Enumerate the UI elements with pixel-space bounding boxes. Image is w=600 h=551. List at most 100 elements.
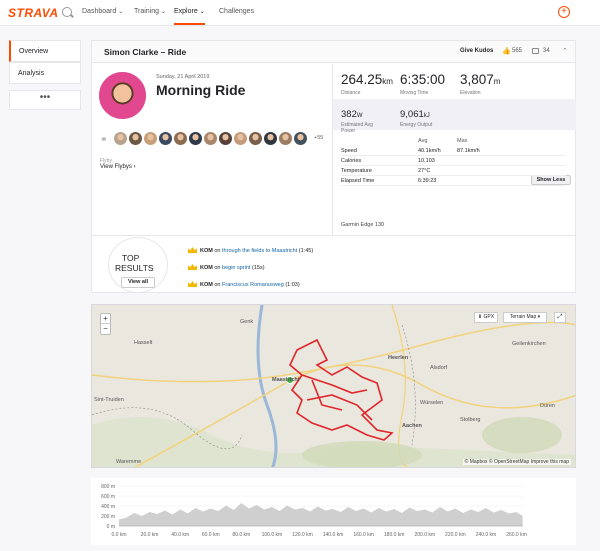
- table-row: Elapsed Time 6:39:23: [341, 176, 566, 186]
- map-canvas[interactable]: [92, 305, 576, 468]
- fullscreen-icon[interactable]: ⤢: [554, 312, 566, 323]
- map-attribution[interactable]: © Mapbox © OpenStreetMap Improve this ma…: [462, 459, 571, 465]
- elevation-chart[interactable]: 800 m 600 m 400 m 200 m 0 m 0.0 km 20.0 km 40.0…: [91, 478, 576, 545]
- energy-value: 9,061: [400, 109, 424, 120]
- elevation-unit: m: [493, 77, 501, 86]
- top-results-line1: TOP: [122, 253, 140, 263]
- segment-link[interactable]: Franciscus Romanusweg: [222, 282, 284, 288]
- search-icon[interactable]: [62, 7, 72, 17]
- kudos-count[interactable]: 565: [512, 48, 522, 54]
- map-label: Heerlen: [388, 355, 409, 361]
- comment-icon[interactable]: [532, 48, 539, 54]
- x-tick-label: 80.0 km: [232, 532, 250, 538]
- map-label: Waremme: [116, 459, 142, 465]
- nav-training[interactable]: Training ⌄: [134, 8, 166, 15]
- sidebar-more-button[interactable]: •••: [9, 90, 81, 110]
- kudoer-avatar[interactable]: [249, 132, 262, 145]
- kudoer-avatar[interactable]: [114, 132, 127, 145]
- map-label: Aachen: [402, 423, 422, 429]
- x-tick-label: 120.0 km: [292, 532, 313, 538]
- view-flybys-link[interactable]: View Flybys ›: [100, 164, 136, 170]
- row-label: Speed: [341, 148, 357, 154]
- stat-elevation: 3,807m Elevation: [460, 71, 500, 96]
- kudoer-avatar[interactable]: [144, 132, 157, 145]
- moving-time-value: 6:35:00: [400, 72, 446, 87]
- map-label: Hasselt: [134, 340, 153, 346]
- view-all-button[interactable]: View all: [121, 277, 155, 288]
- crown-icon: [188, 281, 197, 287]
- zoom-out-button[interactable]: −: [101, 324, 110, 334]
- stats-column: 264.25km Distance 6:35:00 Moving Time 3,…: [332, 64, 576, 235]
- comment-count[interactable]: 34: [543, 48, 550, 54]
- y-tick-label: 800 m: [101, 484, 115, 490]
- row-max: 87.1km/h: [457, 148, 480, 154]
- activity-name: Morning Ride: [156, 82, 246, 98]
- x-tick-label: 180.0 km: [384, 532, 405, 538]
- chevron-down-icon: ⌄: [118, 9, 124, 15]
- y-tick-label: 0 m: [107, 524, 115, 530]
- y-tick-label: 400 m: [101, 504, 115, 510]
- sidebar-item-analysis[interactable]: Analysis: [9, 62, 81, 84]
- kudoer-avatar[interactable]: [159, 132, 172, 145]
- map-label: Sint-Truiden: [94, 397, 124, 403]
- kudoer-avatar[interactable]: [129, 132, 142, 145]
- elevation-area: [119, 503, 523, 526]
- activity-panel: Simon Clarke – Ride Give Kudos 👍 565 34 …: [91, 40, 576, 293]
- kudoer-avatar[interactable]: [174, 132, 187, 145]
- activity-header: Simon Clarke – Ride Give Kudos 👍 565 34 …: [92, 41, 575, 63]
- kudoer-avatar[interactable]: [234, 132, 247, 145]
- x-tick-label: 140.0 km: [323, 532, 344, 538]
- top-results-line2: RESULTS: [115, 263, 154, 273]
- row-avg: 27°C: [418, 168, 431, 174]
- row-label: Elapsed Time: [341, 178, 375, 184]
- x-tick-label: 220.0 km: [445, 532, 466, 538]
- nav-challenges[interactable]: Challenges: [219, 8, 254, 15]
- group-icon: ⚭: [100, 134, 108, 144]
- row-label: Calories: [341, 158, 362, 164]
- zoom-control[interactable]: + −: [100, 313, 111, 335]
- segment-link[interactable]: through the fields to Maastricht: [222, 248, 297, 254]
- stat-energy: 9,061kJ Energy Output: [400, 104, 432, 128]
- give-kudos-button[interactable]: Give Kudos: [460, 48, 493, 54]
- strava-logo[interactable]: STRAVA: [8, 6, 59, 20]
- avg-power-value: 382: [341, 109, 357, 120]
- nav-dashboard[interactable]: Dashboard ⌄: [82, 8, 123, 15]
- athlete-avatar[interactable]: [99, 72, 146, 119]
- add-plus-icon[interactable]: +: [558, 6, 570, 18]
- route-map[interactable]: + − ⬇ GPX Terrain Map ▾ ⤢ Genk Hasselt S…: [91, 304, 576, 468]
- kudoer-avatar[interactable]: [294, 132, 307, 145]
- kudoer-avatar[interactable]: [279, 132, 292, 145]
- nav-explore[interactable]: Explore ⌄: [174, 8, 205, 25]
- table-row: Speed 40.1km/h 87.1km/h: [341, 146, 566, 156]
- segment-result: KOM on Franciscus Romanusweg (1:03): [188, 281, 300, 288]
- thumbs-up-icon[interactable]: 👍: [502, 47, 511, 55]
- kudoer-avatar[interactable]: [189, 132, 202, 145]
- stat-moving-time: 6:35:00 Moving Time: [400, 71, 445, 96]
- map-label: Genk: [240, 319, 254, 325]
- kudoers-row[interactable]: ⚭ +55: [100, 132, 325, 146]
- stat-distance: 264.25km Distance: [341, 71, 393, 96]
- device-name: Garmin Edge 130: [341, 222, 385, 228]
- x-tick-label: 20.0 km: [141, 532, 159, 538]
- table-header-avg: Avg: [418, 138, 428, 144]
- kudoer-avatar[interactable]: [219, 132, 232, 145]
- moving-time-label: Moving Time: [400, 90, 429, 96]
- zoom-in-button[interactable]: +: [101, 314, 110, 324]
- collapse-icon[interactable]: ⌃: [562, 47, 568, 55]
- table-row: Temperature 27°C: [341, 166, 566, 176]
- crown-icon: [188, 247, 197, 253]
- more-kudoers-count[interactable]: +55: [314, 135, 323, 141]
- activity-header-title: Simon Clarke – Ride: [104, 47, 187, 57]
- row-avg: 40.1km/h: [418, 148, 441, 154]
- kudoer-avatar[interactable]: [264, 132, 277, 145]
- map-label: Düren: [540, 403, 555, 409]
- map-label: Geilenkirchen: [512, 341, 546, 347]
- elevation-label: Elevation: [460, 90, 481, 96]
- distance-label: Distance: [341, 90, 361, 96]
- map-type-dropdown[interactable]: Terrain Map ▾: [503, 312, 547, 323]
- kudoer-avatar[interactable]: [204, 132, 217, 145]
- segment-link[interactable]: begin sprint: [222, 265, 250, 271]
- crown-icon: [188, 264, 197, 270]
- gpx-download-button[interactable]: ⬇ GPX: [474, 312, 498, 323]
- sidebar-item-overview[interactable]: Overview: [9, 40, 81, 62]
